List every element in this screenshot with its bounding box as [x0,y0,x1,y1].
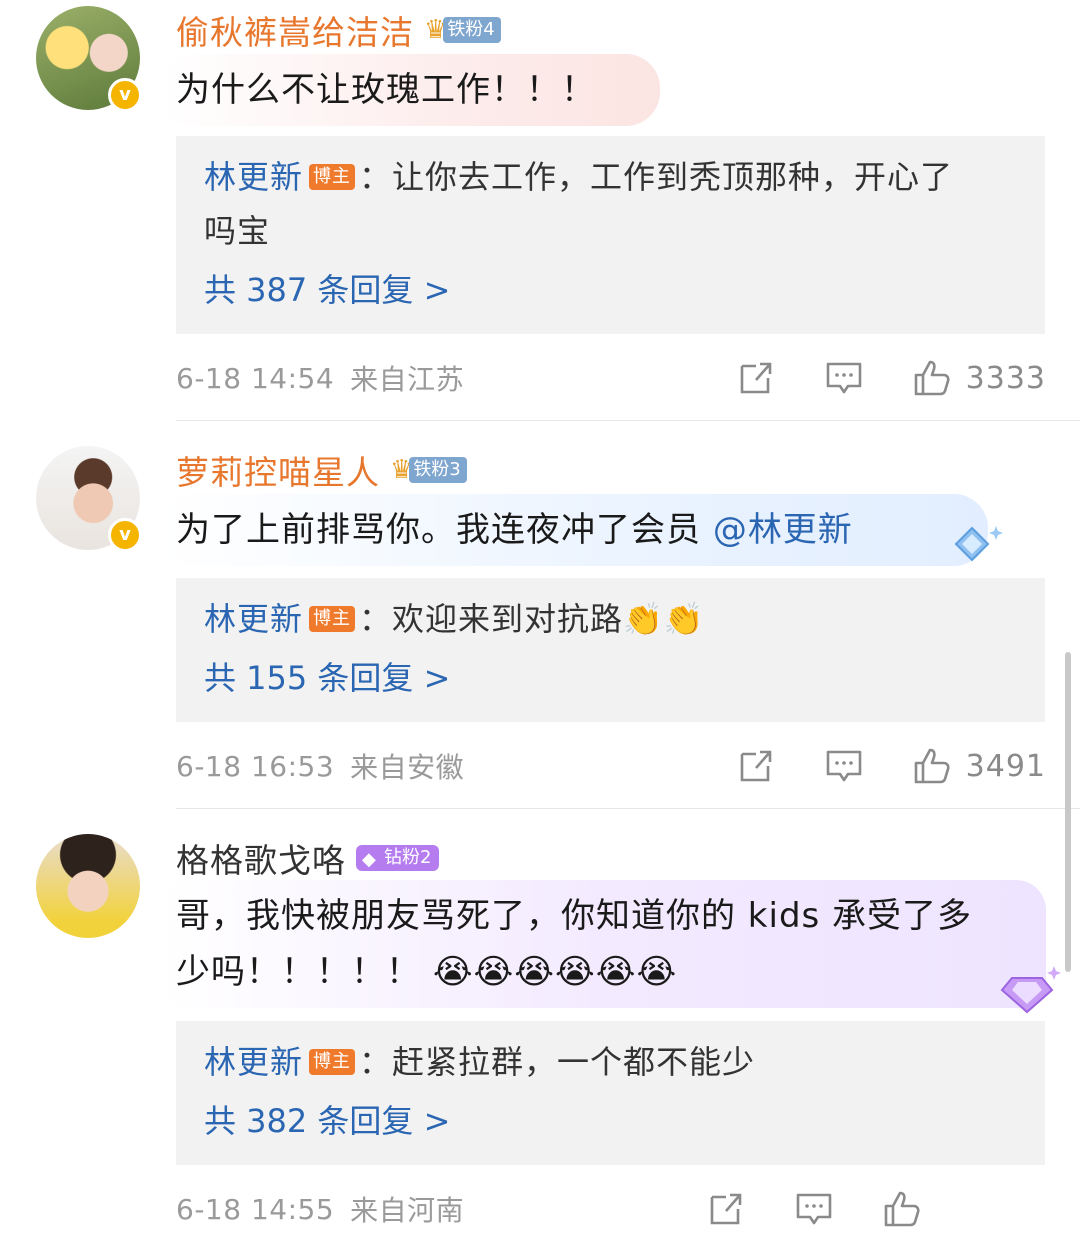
like-count: 3333 [965,360,1046,396]
comment-date: 6-18 16:53 [176,749,335,783]
comment-location: 来自安徽 [350,751,465,784]
username[interactable]: 偷秋裤嵩给洁洁 [176,6,414,54]
mention-link[interactable]: @林更新 [713,510,853,550]
like-icon[interactable] [912,358,952,398]
comment-icon[interactable] [794,1189,834,1229]
reply-text: ：让你去工作，工作到秃顶那种，开心了 [359,158,954,196]
scrollbar[interactable] [1065,652,1071,972]
username[interactable]: 格格歌戈咯 [176,834,346,882]
reply-text: ：欢迎来到对抗路👏👏 [359,600,705,638]
like-icon[interactable] [882,1189,922,1229]
comment-text: 为了上前排骂你。我连夜冲了会员 @林更新 [160,494,988,566]
reply-preview[interactable]: 林更新 博主 ：赶紧拉群，一个都不能少 共 382 条回复 > [176,1021,1045,1165]
reply-preview[interactable]: 林更新 博主 ：让你去工作，工作到秃顶那种，开心了 吗宝 共 387 条回复 > [176,136,1045,334]
reply-text: ：赶紧拉群，一个都不能少 [359,1043,756,1081]
comment-date: 6-18 14:54 [176,361,335,395]
reply-count-link[interactable]: 共 387 条回复 > [204,262,1017,318]
share-icon[interactable] [736,358,776,398]
like-icon[interactable] [912,746,952,786]
verified-icon: v [108,78,142,112]
reply-text-continued: 吗宝 [204,212,271,250]
reply-preview[interactable]: 林更新 博主 ：欢迎来到对抗路👏👏 共 155 条回复 > [176,578,1045,722]
comment-icon[interactable] [824,358,864,398]
divider [176,808,1080,809]
comment-text: 哥，我快被朋友骂死了，你知道你的 kids 承受了多 少吗！！！！！ 😭😭😭😭😭… [160,880,1046,1008]
reply-author[interactable]: 林更新 [204,158,303,196]
fan-badge: ♛ 铁粉3 [390,456,467,484]
crying-emojis: 😭😭😭😭😭😭 [432,952,678,992]
like-count: 3491 [965,748,1046,784]
diamond-icon: ◆ [362,849,376,870]
share-icon[interactable] [736,746,776,786]
diamond-icon [954,526,1003,562]
reply-count-link[interactable]: 共 155 条回复 > [204,650,1017,706]
reply-author[interactable]: 林更新 [204,1043,303,1081]
comment-location: 来自江苏 [350,363,465,396]
comment-date: 6-18 14:55 [176,1192,335,1226]
host-tag: 博主 [309,1049,356,1075]
username[interactable]: 萝莉控喵星人 [176,446,380,494]
reply-author[interactable]: 林更新 [204,600,303,638]
fan-badge: ♛ 铁粉4 [424,16,501,44]
host-tag: 博主 [309,606,356,632]
share-icon[interactable] [706,1189,746,1229]
divider [176,420,1080,421]
comment-text: 为什么不让玫瑰工作！！！ [160,54,660,126]
comment-icon[interactable] [824,746,864,786]
verified-icon: v [108,518,142,552]
fan-badge: ◆ 钻粉2 [356,844,440,872]
host-tag: 博主 [309,164,356,190]
reply-count-link[interactable]: 共 382 条回复 > [204,1093,1017,1149]
diamond-icon [1000,966,1061,1014]
avatar[interactable] [36,834,140,938]
comment-location: 来自河南 [350,1194,465,1227]
